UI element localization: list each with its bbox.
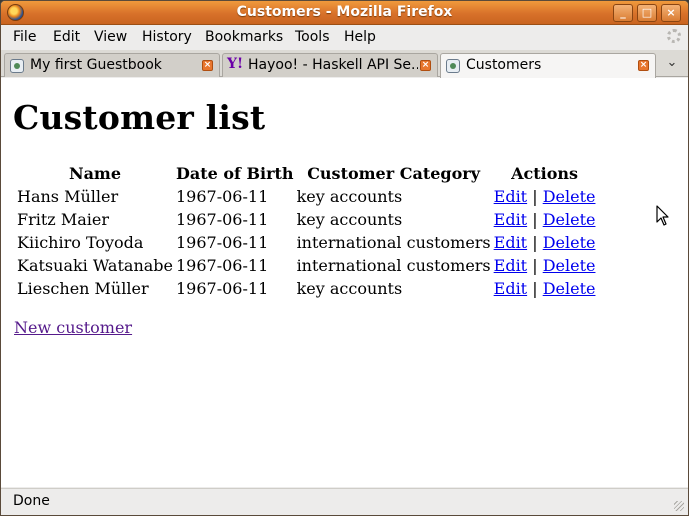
column-header-actions: Actions (511, 164, 579, 183)
page-icon (446, 59, 460, 73)
customer-category: key accounts (296, 210, 403, 229)
customer-dob: 1967-06-11 (176, 256, 269, 275)
action-separator: | (532, 256, 538, 275)
table-row: Lieschen Müller 1967-06-11 key accounts … (17, 278, 595, 299)
delete-link[interactable]: Delete (543, 256, 596, 275)
activity-throbber-icon (667, 29, 681, 43)
delete-link[interactable]: Delete (543, 187, 596, 206)
status-bar: Done (1, 488, 688, 515)
actions-cell: Edit | Delete (494, 232, 596, 253)
edit-link[interactable]: Edit (494, 279, 527, 298)
customer-dob: 1967-06-11 (176, 233, 269, 252)
customer-category: international customers (296, 233, 491, 252)
resize-grip-icon[interactable] (674, 501, 684, 511)
customer-dob: 1967-06-11 (176, 187, 269, 206)
tab-hayoo[interactable]: Y! Hayoo! - Haskell API Se... × (222, 53, 438, 77)
maximize-button[interactable]: □ (637, 4, 657, 22)
menu-view[interactable]: View (94, 29, 127, 45)
yahoo-icon: Y! (227, 56, 244, 72)
customer-name: Katsuaki Watanabe (17, 256, 173, 275)
tab-close-icon[interactable]: × (420, 60, 431, 71)
browser-window: Customers - Mozilla Firefox _ □ × File E… (0, 0, 689, 516)
tab-my-first-guestbook[interactable]: My first Guestbook × (4, 53, 220, 77)
action-separator: | (532, 187, 538, 206)
table-row: Fritz Maier 1967-06-11 key accounts Edit… (17, 209, 595, 230)
actions-cell: Edit | Delete (494, 186, 596, 207)
table-row: Katsuaki Watanabe 1967-06-11 internation… (17, 255, 595, 276)
action-separator: | (532, 279, 538, 298)
menu-tools[interactable]: Tools (295, 29, 330, 45)
customer-dob: 1967-06-11 (176, 210, 269, 229)
tab-label: Customers (466, 57, 542, 73)
menu-bar: File Edit View History Bookmarks Tools H… (1, 25, 688, 49)
tab-list-chevron-down-icon[interactable]: ⌄ (658, 51, 686, 75)
action-separator: | (532, 233, 538, 252)
new-customer-link[interactable]: New customer (14, 318, 132, 337)
customer-name: Lieschen Müller (17, 279, 149, 298)
customer-dob: 1967-06-11 (176, 279, 269, 298)
table-header-row: Name Date of Birth Customer Category Act… (17, 163, 595, 184)
menu-history[interactable]: History (142, 29, 192, 45)
delete-link[interactable]: Delete (543, 210, 596, 229)
menu-edit[interactable]: Edit (53, 29, 80, 45)
action-separator: | (532, 210, 538, 229)
tab-bar: My first Guestbook × Y! Hayoo! - Haskell… (1, 50, 688, 78)
customer-name: Hans Müller (17, 187, 119, 206)
menu-bookmarks[interactable]: Bookmarks (205, 29, 283, 45)
actions-cell: Edit | Delete (494, 209, 596, 230)
tab-close-icon[interactable]: × (202, 60, 213, 71)
column-header-date-of-birth: Date of Birth (176, 164, 294, 183)
tab-label: Hayoo! - Haskell API Se... (248, 57, 418, 73)
minimize-button[interactable]: _ (613, 4, 633, 22)
customer-name: Fritz Maier (17, 210, 109, 229)
page-content: Customer list Name Date of Birth Custome… (1, 78, 688, 487)
edit-link[interactable]: Edit (494, 210, 527, 229)
table-row: Kiichiro Toyoda 1967-06-11 international… (17, 232, 595, 253)
actions-cell: Edit | Delete (494, 255, 596, 276)
page-title: Customer list (13, 98, 266, 137)
tab-label: My first Guestbook (30, 57, 162, 73)
status-text: Done (13, 493, 50, 509)
tab-customers[interactable]: Customers × (440, 53, 656, 78)
menu-file[interactable]: File (13, 29, 36, 45)
customer-category: key accounts (296, 187, 403, 206)
customer-category: international customers (296, 256, 491, 275)
window-title: Customers - Mozilla Firefox (236, 4, 453, 20)
edit-link[interactable]: Edit (494, 233, 527, 252)
column-header-customer-category: Customer Category (307, 164, 480, 183)
delete-link[interactable]: Delete (543, 233, 596, 252)
title-bar[interactable]: Customers - Mozilla Firefox _ □ × (1, 1, 688, 25)
customer-category: key accounts (296, 279, 403, 298)
tab-close-icon[interactable]: × (638, 60, 649, 71)
customer-name: Kiichiro Toyoda (17, 233, 144, 252)
customer-table: Name Date of Birth Customer Category Act… (14, 161, 598, 301)
page-icon (10, 59, 24, 73)
edit-link[interactable]: Edit (494, 256, 527, 275)
column-header-name: Name (68, 164, 122, 183)
menu-help[interactable]: Help (344, 29, 376, 45)
edit-link[interactable]: Edit (494, 187, 527, 206)
close-window-button[interactable]: × (661, 4, 681, 22)
actions-cell: Edit | Delete (494, 278, 596, 299)
delete-link[interactable]: Delete (543, 279, 596, 298)
table-row: Hans Müller 1967-06-11 key accounts Edit… (17, 186, 595, 207)
